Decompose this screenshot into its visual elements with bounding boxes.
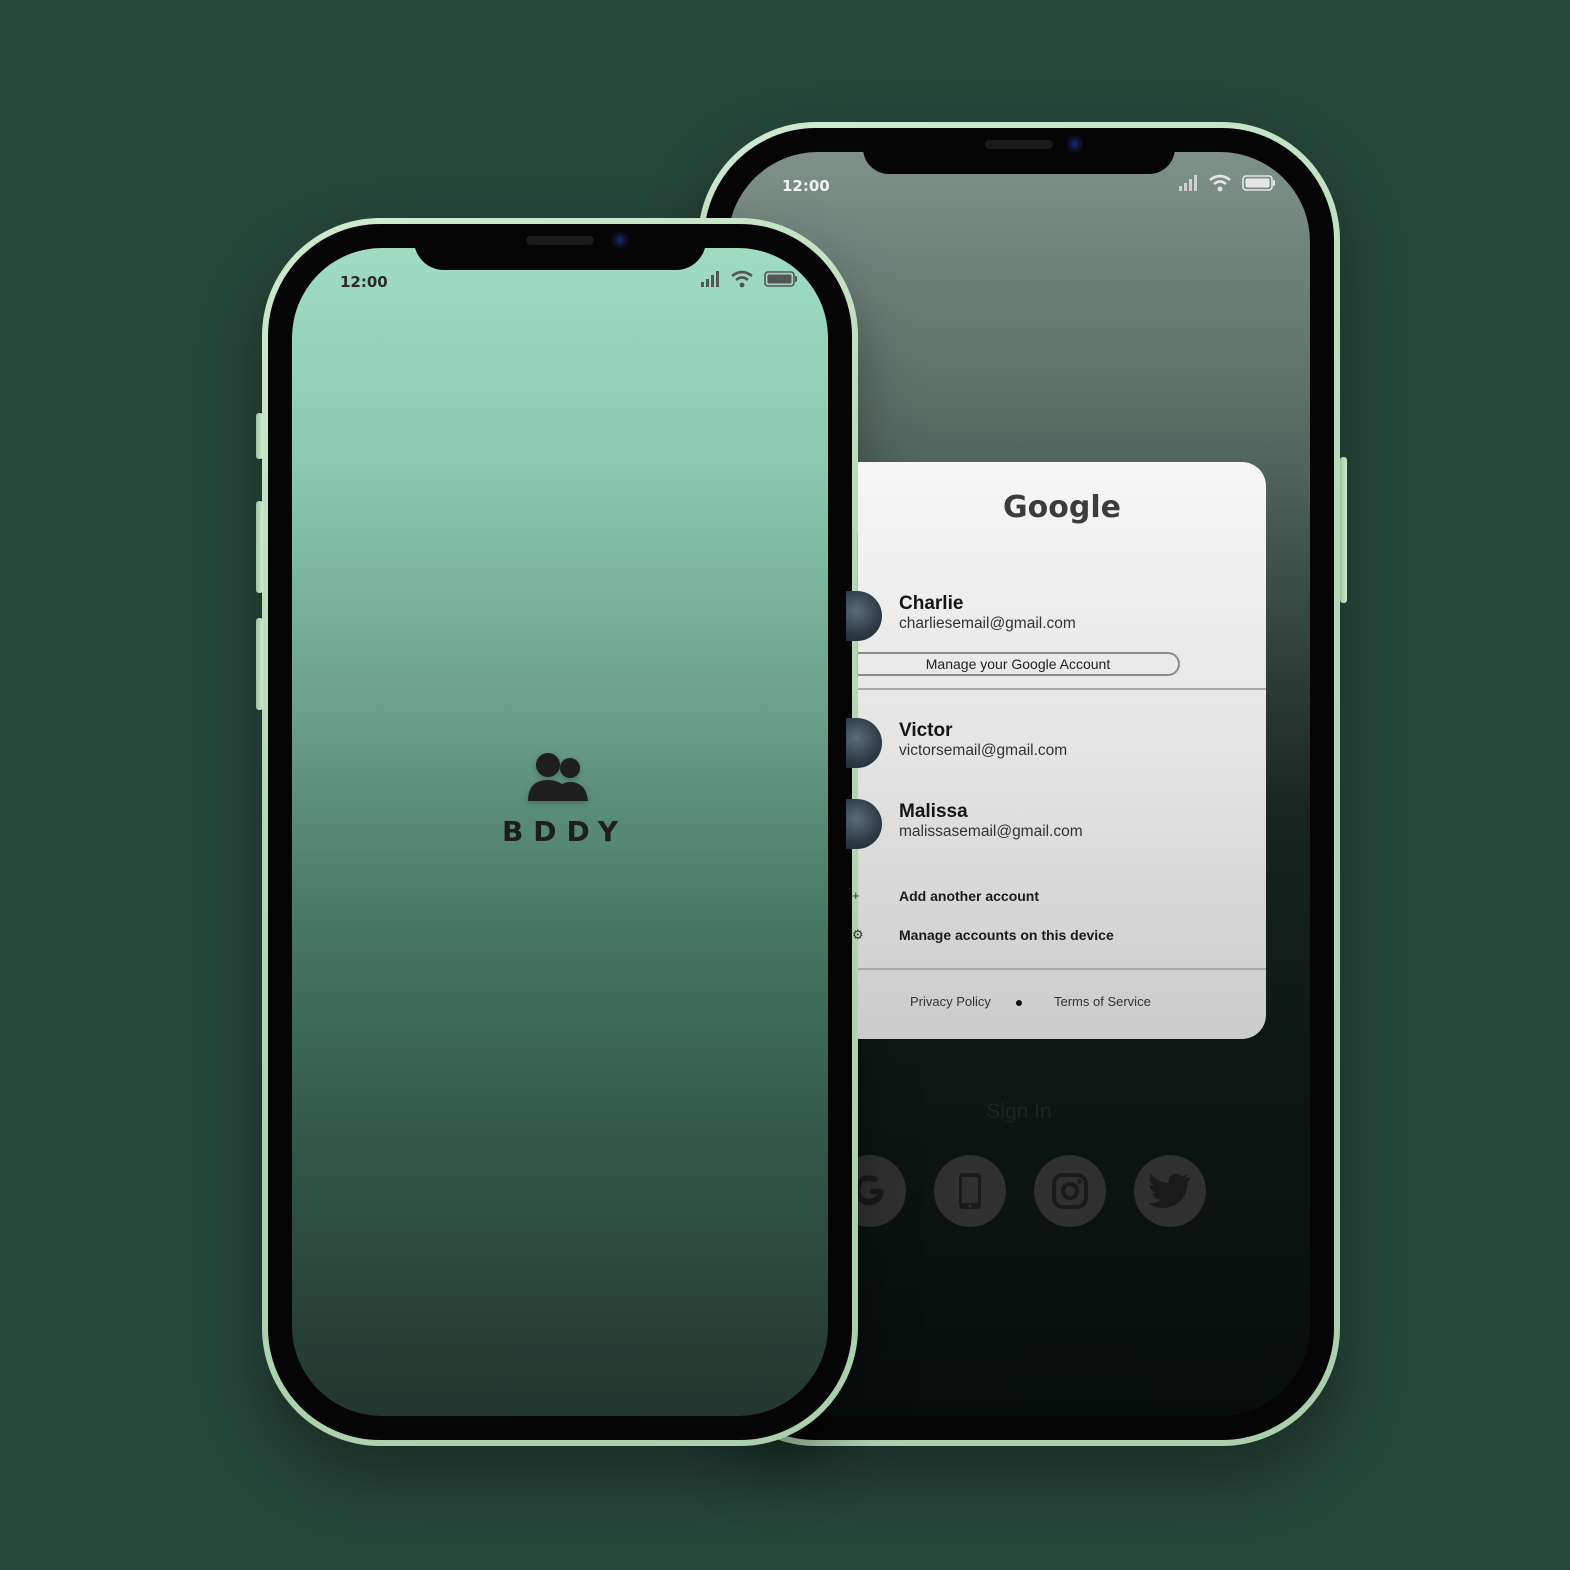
account-email: victorsemail@gmail.com bbox=[899, 742, 1068, 759]
front-camera bbox=[612, 232, 628, 248]
phone-icon bbox=[959, 1173, 981, 1209]
power-button bbox=[1340, 457, 1347, 603]
account-email: charliesemail@gmail.com bbox=[899, 615, 1076, 632]
splash-brand: BDDY bbox=[292, 752, 828, 848]
divider bbox=[858, 968, 1266, 970]
volume-down-button bbox=[256, 618, 263, 710]
account-name: Victor bbox=[899, 720, 953, 741]
notch bbox=[414, 224, 706, 270]
account-name: Malissa bbox=[899, 801, 968, 822]
status-time: 12:00 bbox=[782, 177, 830, 195]
phone-login-button[interactable] bbox=[934, 1155, 1006, 1227]
terms-of-service-link[interactable]: Terms of Service bbox=[1054, 994, 1151, 1009]
twitter-login-button[interactable] bbox=[1134, 1155, 1206, 1227]
brand-name: BDDY bbox=[501, 815, 629, 848]
account-name: Charlie bbox=[899, 593, 964, 614]
speaker bbox=[985, 140, 1053, 149]
twitter-icon bbox=[1148, 1173, 1190, 1208]
signal-icon bbox=[701, 271, 719, 287]
battery-icon bbox=[1242, 175, 1275, 191]
notch bbox=[863, 128, 1175, 174]
add-account-label: Add another account bbox=[899, 888, 1040, 904]
avatar bbox=[846, 591, 882, 641]
account-email: malissasemail@gmail.com bbox=[899, 823, 1083, 840]
signal-icon bbox=[1179, 175, 1197, 191]
divider bbox=[858, 688, 1266, 690]
google-account-chooser: Google Charlie charliesemail@gmail.com M… bbox=[846, 462, 1266, 1039]
front-phone-bezel: 12:00 BDDY bbox=[268, 224, 852, 1440]
instagram-login-button[interactable] bbox=[1034, 1155, 1106, 1227]
manage-device-label: Manage accounts on this device bbox=[899, 927, 1114, 943]
status-time: 12:00 bbox=[340, 273, 388, 291]
social-login-row bbox=[834, 1155, 1206, 1227]
manage-google-account-button[interactable]: Manage your Google Account bbox=[858, 652, 1180, 676]
separator-dot bbox=[1016, 1000, 1022, 1006]
status-icons bbox=[700, 270, 798, 288]
volume-up-button bbox=[256, 501, 263, 593]
manage-accounts-icon: ⚙ bbox=[852, 927, 864, 942]
add-person-icon: + bbox=[852, 888, 860, 903]
avatar bbox=[846, 799, 882, 849]
privacy-policy-link[interactable]: Privacy Policy bbox=[910, 994, 991, 1009]
front-camera bbox=[1067, 136, 1083, 152]
avatar bbox=[846, 718, 882, 768]
speaker bbox=[526, 236, 594, 245]
front-phone-mockup: 12:00 BDDY bbox=[256, 218, 864, 1446]
instagram-icon bbox=[1052, 1173, 1088, 1209]
front-phone-screen: 12:00 BDDY bbox=[292, 248, 828, 1416]
status-icons bbox=[1178, 174, 1276, 192]
battery-icon bbox=[764, 271, 797, 287]
wifi-icon bbox=[731, 270, 753, 288]
wifi-icon bbox=[1209, 174, 1231, 192]
silent-switch bbox=[256, 413, 263, 459]
users-icon bbox=[528, 753, 588, 801]
dialog-title: Google bbox=[1003, 490, 1121, 525]
